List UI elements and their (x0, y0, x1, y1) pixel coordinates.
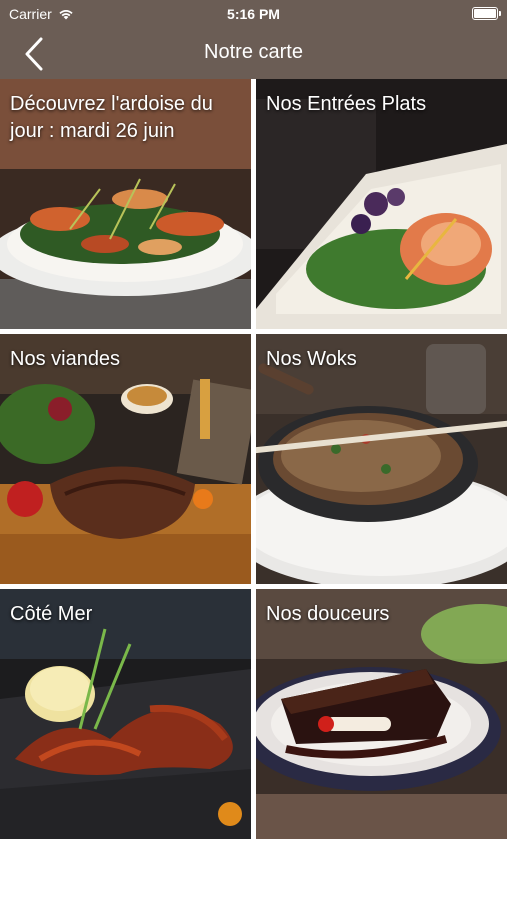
status-bar: Carrier 5:16 PM (0, 0, 507, 28)
tile-label: Découvrez l'ardoise du jour : mardi 26 j… (10, 93, 213, 142)
tile-label: Nos Woks (266, 348, 357, 370)
tile-label: Nos douceurs (266, 603, 390, 625)
menu-tile-viandes[interactable]: Nos viandes (0, 334, 251, 584)
menu-grid: Découvrez l'ardoise du jour : mardi 26 j… (0, 79, 507, 841)
menu-tile-entrees[interactable]: Nos Entrées Plats (256, 79, 507, 329)
page-title: Notre carte (204, 41, 303, 63)
menu-tile-woks[interactable]: Nos Woks (256, 334, 507, 584)
tile-label: Nos viandes (10, 348, 121, 370)
navigation-bar: Notre carte (0, 28, 507, 79)
menu-tile-cote-mer[interactable]: Côté Mer (0, 589, 251, 839)
battery-icon (472, 7, 501, 20)
tile-label: Côté Mer (10, 603, 93, 625)
tile-label: Nos Entrées Plats (266, 93, 427, 115)
status-time: 5:16 PM (227, 6, 280, 22)
menu-tile-douceurs[interactable]: Nos douceurs (256, 589, 507, 839)
menu-tile-ardoise[interactable]: Découvrez l'ardoise du jour : mardi 26 j… (0, 79, 251, 329)
